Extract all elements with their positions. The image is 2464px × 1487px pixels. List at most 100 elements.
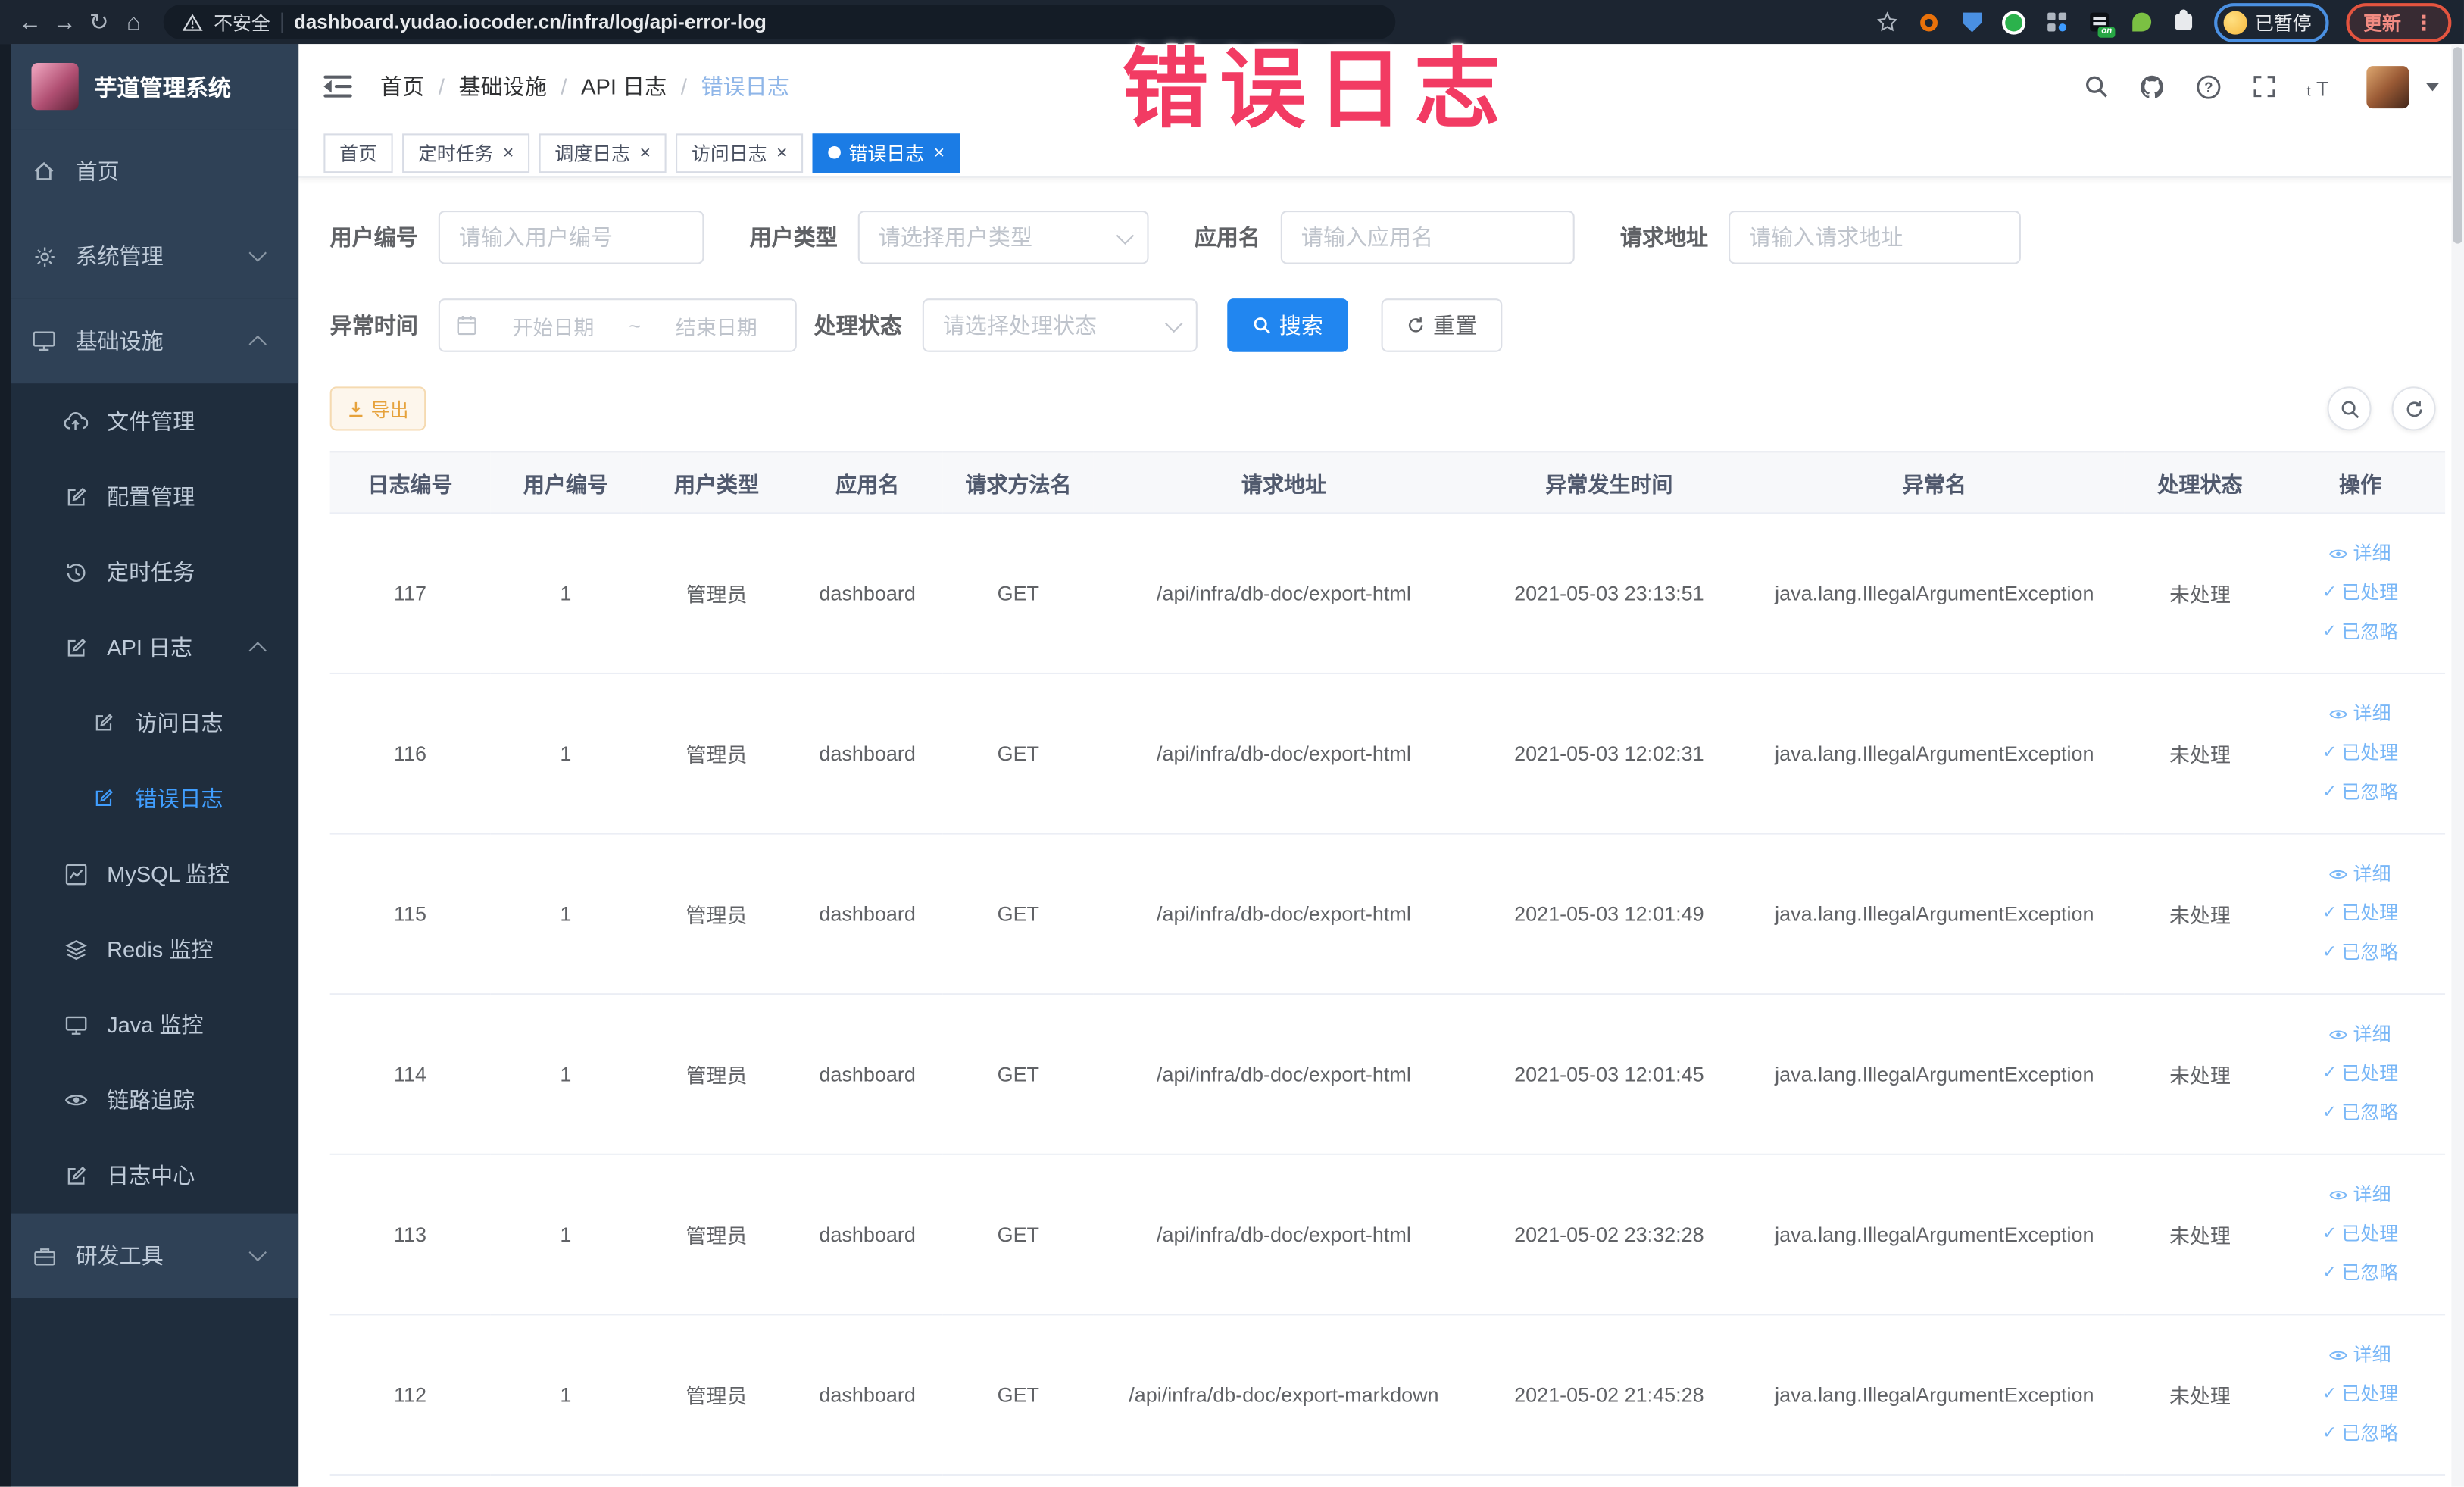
action-processed-link[interactable]: ✓ 已处理	[2322, 1215, 2398, 1254]
check-icon: ✓	[2322, 1224, 2338, 1244]
sidebar-collapse-icon[interactable]	[323, 75, 352, 98]
browser-home-button[interactable]: ⌂	[117, 5, 151, 39]
action-ignored-link[interactable]: ✓ 已忽略	[2322, 933, 2398, 973]
action-detail-link[interactable]: 详细	[2330, 1335, 2391, 1375]
sidebar-item-access-log[interactable]: 访问日志	[0, 686, 298, 761]
browser-update-button[interactable]: 更新 ⋮	[2346, 2, 2452, 42]
sidebar-item-scheduled-jobs[interactable]: 定时任务	[0, 534, 298, 610]
refresh-table-button[interactable]	[2391, 386, 2436, 431]
action-processed-link[interactable]: ✓ 已处理	[2322, 734, 2398, 773]
github-icon[interactable]	[2139, 73, 2166, 99]
sidebar-item-java-monitor[interactable]: Java 监控	[0, 987, 298, 1063]
sidebar-item-dev-tools[interactable]: 研发工具	[0, 1213, 299, 1298]
scrollbar-thumb[interactable]	[2453, 47, 2462, 244]
sidebar-item-home[interactable]: 首页	[0, 129, 299, 214]
start-date-input[interactable]: 开始日期	[490, 311, 616, 340]
sidebar-item-error-log[interactable]: 错误日志	[0, 761, 298, 836]
table-cell: GET	[942, 1314, 1094, 1476]
sidebar-logo[interactable]: 芋道管理系统	[0, 44, 299, 130]
extension-green-icon[interactable]	[2002, 9, 2027, 34]
sidebar-item-trace[interactable]: 链路追踪	[0, 1062, 298, 1138]
log-center-icon	[63, 1163, 88, 1188]
export-button[interactable]: 导出	[329, 386, 426, 431]
security-label: 不安全	[214, 11, 270, 34]
bookmark-star-icon[interactable]	[1875, 9, 1900, 34]
sidebar-item-file-mgmt[interactable]: 文件管理	[0, 383, 298, 459]
action-ignored-link[interactable]: ✓ 已忽略	[2322, 613, 2398, 652]
page-scrollbar[interactable]	[2451, 44, 2464, 1487]
extension-orange-icon[interactable]	[1917, 9, 1942, 34]
action-ignored-link[interactable]: ✓ 已忽略	[2322, 773, 2398, 813]
action-ignored-link[interactable]: ✓ 已忽略	[2322, 1094, 2398, 1133]
extension-shield-icon[interactable]	[1960, 9, 1985, 34]
filter-user-id-input[interactable]	[438, 210, 704, 264]
action-processed-link[interactable]: ✓ 已处理	[2322, 1375, 2398, 1414]
profile-paused-badge[interactable]: 已暂停	[2214, 2, 2329, 42]
font-size-icon[interactable]: tT	[2307, 75, 2337, 98]
filter-request-url-input[interactable]	[1729, 210, 2021, 264]
table-cell: 2021-05-03 12:01:49	[1473, 833, 1744, 995]
extensions-puzzle-icon[interactable]	[2172, 9, 2197, 34]
action-ignored-link[interactable]: ✓ 已忽略	[2322, 1414, 2398, 1454]
extension-adblock-on-icon[interactable]: on	[2087, 9, 2116, 38]
action-detail-link[interactable]: 详细	[2330, 1015, 2391, 1054]
check-icon: ✓	[2322, 1384, 2338, 1404]
action-detail-link[interactable]: 详细	[2330, 534, 2391, 573]
action-processed-link[interactable]: ✓ 已处理	[2322, 894, 2398, 933]
action-processed-link[interactable]: ✓ 已处理	[2322, 573, 2398, 613]
tab-close-icon[interactable]: ×	[776, 143, 788, 162]
avatar-caret-icon[interactable]	[2426, 82, 2439, 91]
tab-close-icon[interactable]: ×	[503, 143, 514, 162]
table-cell: 管理员	[641, 513, 792, 675]
sidebar-item-system-mgmt[interactable]: 系统管理	[0, 214, 299, 299]
hide-search-button[interactable]	[2327, 386, 2372, 431]
sidebar-item-api-log[interactable]: API 日志	[0, 610, 298, 686]
filter-user-type-select[interactable]: 请选择用户类型	[857, 210, 1149, 264]
action-detail-link[interactable]: 详细	[2330, 695, 2391, 734]
browser-forward-button[interactable]: →	[47, 5, 82, 39]
tab-access-log[interactable]: 访问日志 ×	[676, 133, 804, 173]
action-detail-link[interactable]: 详细	[2330, 855, 2391, 895]
reset-button[interactable]: 重置	[1381, 298, 1503, 352]
sidebar-item-config-mgmt[interactable]: 配置管理	[0, 459, 298, 535]
search-button[interactable]: 搜索	[1227, 298, 1349, 352]
browser-back-button[interactable]: ←	[13, 5, 48, 39]
breadcrumb-infrastructure[interactable]: 基础设施	[459, 70, 547, 102]
sidebar-item-mysql-monitor[interactable]: MySQL 监控	[0, 836, 298, 912]
help-icon[interactable]: ?	[2195, 73, 2222, 99]
filter-app-name-input[interactable]	[1280, 210, 1575, 264]
action-ignored-link[interactable]: ✓ 已忽略	[2322, 1254, 2398, 1294]
avatar[interactable]	[2366, 65, 2409, 108]
extension-grid-icon[interactable]	[2044, 9, 2069, 34]
filter-process-status-select[interactable]: 请选择处理状态	[922, 298, 1198, 352]
chevron-down-icon	[248, 244, 267, 262]
search-icon[interactable]	[2084, 74, 2109, 99]
fullscreen-icon[interactable]	[2252, 74, 2277, 99]
tab-close-icon[interactable]: ×	[934, 143, 945, 162]
action-detail-link[interactable]: 详细	[2330, 1176, 2391, 1215]
sidebar-item-log-center[interactable]: 日志中心	[0, 1138, 298, 1214]
browser-reload-button[interactable]: ↻	[82, 5, 117, 39]
breadcrumb-home[interactable]: 首页	[380, 70, 424, 102]
tab-scheduled-jobs[interactable]: 定时任务 ×	[402, 133, 530, 173]
col-header-user-id: 用户编号	[490, 451, 642, 514]
tab-error-log[interactable]: 错误日志 ×	[812, 133, 960, 173]
end-date-input[interactable]: 结束日期	[654, 311, 779, 340]
sidebar-item-infrastructure[interactable]: 基础设施	[0, 298, 299, 384]
browser-menu-kebab-icon[interactable]: ⋮	[2414, 12, 2434, 33]
exception-time-range-picker[interactable]: 开始日期 ~ 结束日期	[438, 298, 797, 352]
breadcrumb-api-log[interactable]: API 日志	[581, 70, 667, 102]
filter-app-name-label: 应用名	[1194, 224, 1260, 250]
table-row: 114 1 管理员 dashboard GET /api/infra/db-do…	[329, 994, 2446, 1155]
table-cell: /api/infra/db-doc/export-html	[1093, 1154, 1474, 1316]
tab-dispatch-log[interactable]: 调度日志 ×	[539, 133, 667, 173]
tab-home[interactable]: 首页	[323, 133, 393, 173]
table-cell: 管理员	[641, 1314, 792, 1476]
logo-image	[31, 62, 79, 111]
extension-leaf-icon[interactable]	[2129, 9, 2154, 34]
tab-close-icon[interactable]: ×	[639, 143, 651, 162]
action-processed-link[interactable]: ✓ 已处理	[2322, 1054, 2398, 1094]
check-icon: ✓	[2322, 743, 2338, 763]
sidebar-item-redis-monitor[interactable]: Redis 监控	[0, 911, 298, 987]
table-cell: GET	[942, 1154, 1094, 1316]
